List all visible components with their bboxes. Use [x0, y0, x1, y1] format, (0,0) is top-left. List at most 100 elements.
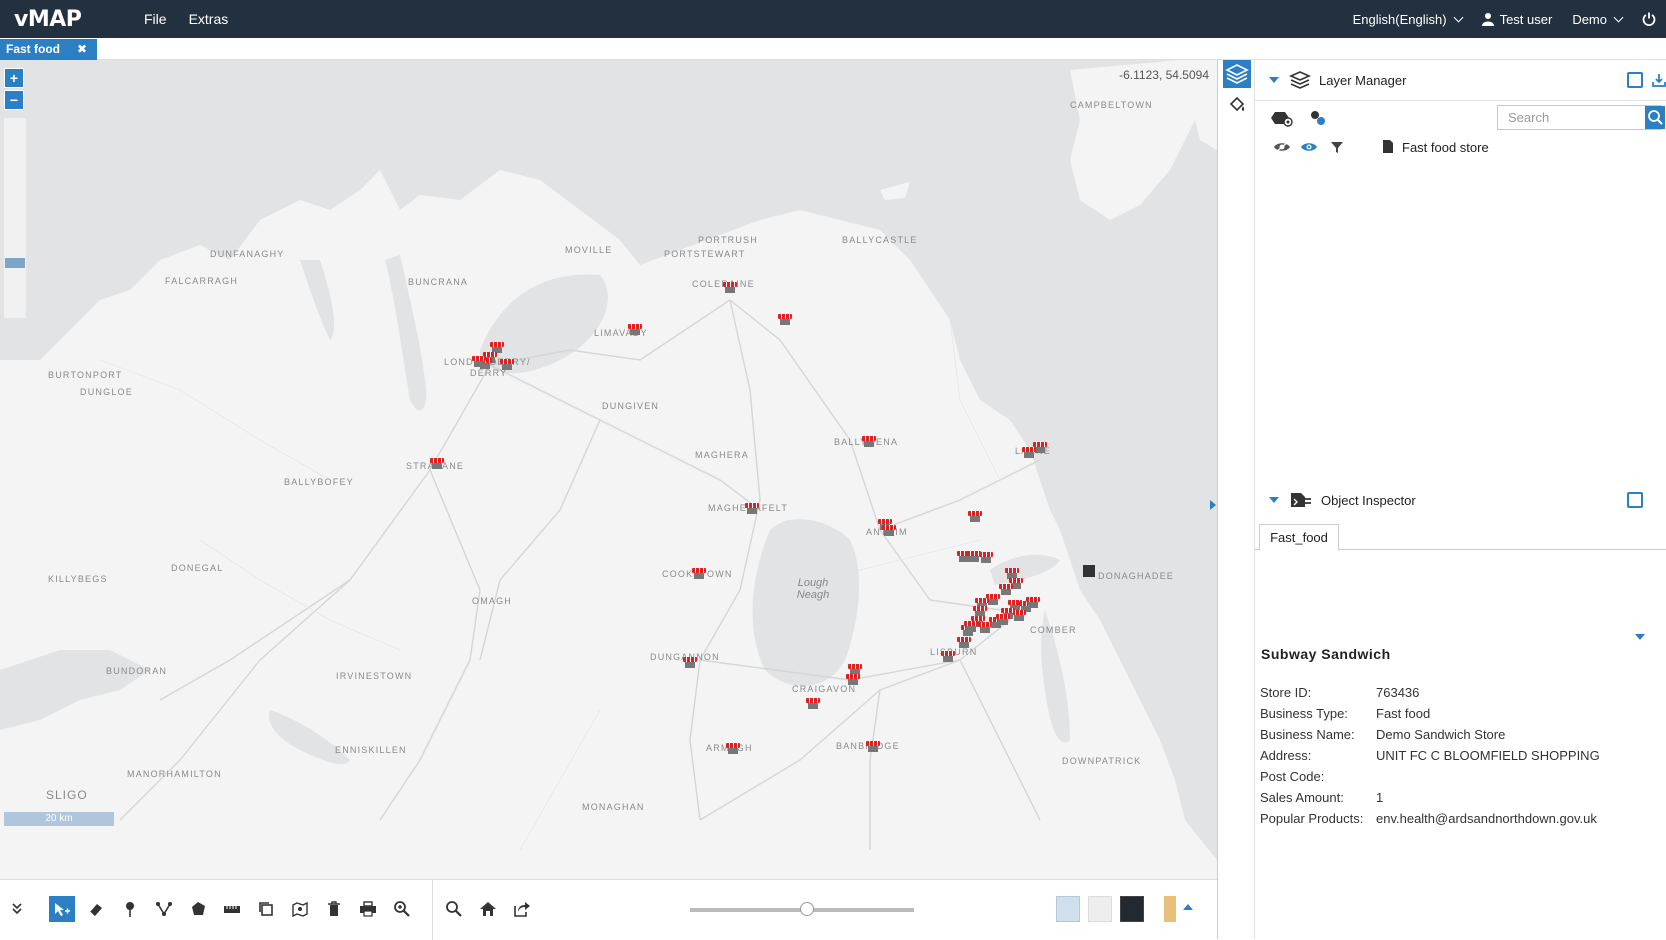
attribute-key: Post Code:: [1260, 769, 1325, 784]
attribute-value: 1: [1376, 790, 1384, 805]
fast-food-marker-icon[interactable]: [979, 552, 993, 564]
fast-food-marker-icon[interactable]: [683, 657, 697, 669]
zoom-slider-track[interactable]: [4, 118, 26, 318]
fast-food-marker-icon[interactable]: [862, 436, 876, 448]
layer-name[interactable]: Fast food store: [1402, 140, 1489, 155]
user-button[interactable]: Test user: [1481, 12, 1552, 27]
menu-extras[interactable]: Extras: [189, 11, 229, 27]
marker-base: [808, 703, 818, 709]
layer-manager-header: Layer Manager: [1255, 60, 1666, 100]
marker-base: [981, 557, 991, 563]
paint-bucket-icon[interactable]: [1227, 96, 1247, 116]
fast-food-marker-icon[interactable]: [726, 743, 740, 755]
visibility-toggle-icon[interactable]: [1273, 140, 1291, 157]
layers-icon[interactable]: [1223, 60, 1251, 88]
place-label: MOVILLE: [565, 245, 613, 255]
close-icon[interactable]: ✖: [77, 39, 87, 60]
eye-icon[interactable]: [1300, 140, 1318, 157]
workspace-dropdown[interactable]: Demo: [1572, 11, 1624, 27]
collapse-triangle-icon[interactable]: [1269, 497, 1279, 503]
fast-food-marker-icon[interactable]: [866, 741, 880, 753]
fast-food-marker-icon[interactable]: [1026, 597, 1040, 609]
fast-food-marker-icon[interactable]: [957, 637, 971, 649]
layer-row[interactable]: Fast food store: [1255, 134, 1666, 160]
menu-file[interactable]: File: [144, 11, 167, 27]
inspector-tabs: Fast_food: [1255, 522, 1666, 551]
fast-food-marker-icon[interactable]: [968, 511, 982, 523]
basemap-thumbnail-street[interactable]: [1056, 896, 1080, 922]
fast-food-marker-icon[interactable]: [941, 651, 955, 663]
layer-style-icon[interactable]: [1309, 109, 1327, 130]
place-label: BALLYCASTLE: [842, 235, 918, 245]
download-icon[interactable]: [1651, 72, 1666, 91]
hexagon-eye-icon[interactable]: [1271, 109, 1295, 130]
basemap-thumbnail-dark[interactable]: [1120, 896, 1144, 922]
collapse-triangle-icon[interactable]: [1269, 77, 1279, 83]
fast-food-marker-icon[interactable]: [500, 359, 514, 371]
marker-base: [970, 516, 980, 522]
tab-fast-food[interactable]: Fast food ✖: [0, 39, 97, 60]
select-icon[interactable]: [49, 896, 75, 922]
map-pin-icon[interactable]: [287, 896, 313, 922]
language-dropdown[interactable]: English(English): [1353, 12, 1464, 27]
place-label: DOWNPATRICK: [1062, 756, 1142, 766]
edit-icon[interactable]: [1627, 492, 1643, 508]
zoom-extent-icon[interactable]: [389, 896, 415, 922]
place-label: KILLYBEGS: [48, 574, 108, 584]
point-icon[interactable]: [117, 896, 143, 922]
fast-food-marker-icon[interactable]: [806, 698, 820, 710]
attribute-row: Post Code:: [1260, 769, 1376, 784]
basemap-thumbnail-light[interactable]: [1088, 896, 1112, 922]
search-button[interactable]: [1645, 106, 1665, 129]
fast-food-marker-icon[interactable]: [996, 614, 1010, 626]
basemap-thumbnail-terrain[interactable]: [1164, 896, 1176, 922]
fast-food-marker-icon[interactable]: [692, 568, 706, 580]
home-icon[interactable]: [475, 896, 501, 922]
workspace-label: Demo: [1572, 11, 1607, 27]
zoom-slider-handle[interactable]: [5, 258, 25, 268]
selected-marker[interactable]: [1083, 565, 1095, 577]
search-icon[interactable]: [441, 896, 467, 922]
map-canvas[interactable]: -6.1123, 54.5094 + − CAMPBELTOWN PORTRUS…: [0, 60, 1217, 879]
marker-base: [848, 679, 858, 685]
fast-food-marker-icon[interactable]: [778, 314, 792, 326]
fast-food-marker-icon[interactable]: [723, 282, 737, 294]
filter-icon[interactable]: [1330, 140, 1344, 157]
fast-food-marker-icon[interactable]: [628, 324, 642, 336]
fast-food-marker-icon[interactable]: [745, 503, 759, 515]
fast-food-marker-icon[interactable]: [999, 584, 1013, 596]
measure-icon[interactable]: [219, 896, 245, 922]
user-icon: [1481, 13, 1494, 26]
fast-food-marker-icon[interactable]: [430, 458, 444, 470]
place-label: BUNDORAN: [106, 666, 168, 676]
polygon-icon[interactable]: [185, 896, 211, 922]
edit-icon[interactable]: [1627, 72, 1643, 88]
attribute-key: Store ID:: [1260, 685, 1312, 700]
attribute-value: 763436: [1376, 685, 1420, 700]
chevron-up-icon[interactable]: [1183, 904, 1193, 910]
opacity-slider-handle[interactable]: [800, 902, 814, 916]
search-input[interactable]: Search: [1497, 105, 1662, 130]
fast-food-marker-icon[interactable]: [1022, 447, 1036, 459]
logout-button[interactable]: [1642, 12, 1656, 26]
tab-fast-food-layer[interactable]: Fast_food: [1259, 524, 1339, 551]
copy-icon[interactable]: [253, 896, 279, 922]
panel-collapse-icon[interactable]: [1210, 500, 1216, 510]
trash-icon[interactable]: [321, 896, 347, 922]
zoom-in-button[interactable]: +: [4, 68, 24, 88]
share-icon[interactable]: [509, 896, 535, 922]
place-label: DUNGLOE: [80, 387, 133, 397]
fast-food-marker-icon[interactable]: [846, 674, 860, 686]
inspector-icon: [1291, 493, 1311, 507]
print-icon[interactable]: [355, 896, 381, 922]
eraser-icon[interactable]: [83, 896, 109, 922]
fast-food-marker-icon[interactable]: [882, 525, 896, 537]
chevron-down-icon[interactable]: [1635, 634, 1645, 640]
place-label: ENNISKILLEN: [335, 745, 407, 755]
fast-food-marker-icon[interactable]: [964, 621, 978, 633]
fast-food-marker-icon[interactable]: [472, 356, 486, 368]
line-icon[interactable]: [151, 896, 177, 922]
attribute-key: Business Name:: [1260, 727, 1355, 742]
expand-icon[interactable]: [4, 896, 30, 922]
zoom-out-button[interactable]: −: [4, 90, 24, 110]
